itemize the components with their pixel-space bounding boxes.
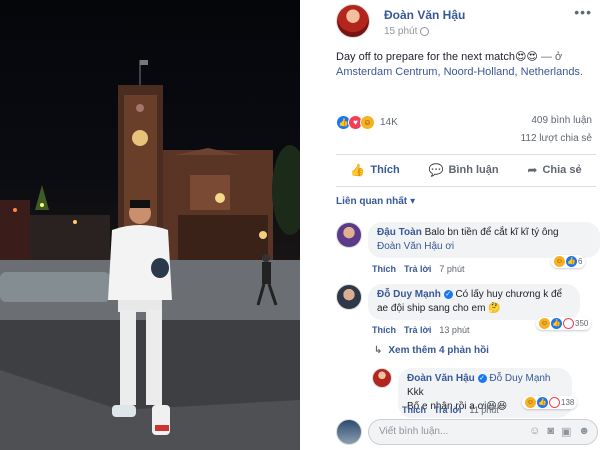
comment-meta: Thích Trả lời 7 phút [372, 264, 464, 274]
facebook-post-screenshot: Đoàn Văn Hậu 15 phút ••• Day off to prep… [0, 0, 600, 450]
current-user-avatar [336, 419, 362, 445]
comment-text-line1: Có lấy huy chương k để [455, 289, 563, 300]
location-separator: — ở [537, 51, 563, 63]
like-button[interactable]: 👍 Thích [350, 163, 399, 177]
commenter-avatar[interactable] [336, 284, 362, 310]
comment-sort-dropdown[interactable]: Liên quan nhất ▾ [336, 196, 415, 207]
thumbs-up-icon: 👍 [350, 163, 366, 177]
commenter-name[interactable]: Đỗ Duy Mạnh [377, 289, 441, 300]
share-button[interactable]: ➦ Chia sẻ [527, 163, 581, 177]
verified-badge-icon: ✓ [477, 373, 487, 383]
comment-like-link[interactable]: Thích [372, 325, 396, 335]
post-actions-bar: 👍 Thích 💬 Bình luận ➦ Chia sẻ [336, 156, 596, 184]
reply-meta: Thích Trả lời 11 phút [402, 405, 499, 415]
angry-reaction-icon [563, 318, 574, 329]
like-reaction-icon: 👍 [566, 256, 577, 267]
sticker-icon[interactable]: ☻ [578, 425, 590, 438]
haha-reaction-icon: ☺ [554, 256, 565, 267]
divider-top [336, 154, 596, 155]
commenter-avatar[interactable] [336, 222, 362, 248]
share-button-label: Chia sẻ [542, 164, 582, 176]
haha-reaction-icon: ☺ [360, 114, 375, 130]
comments-count[interactable]: 409 bình luận [531, 115, 592, 126]
comment-reaction-count: 350 [575, 319, 589, 328]
reply-like-link[interactable]: Thích [402, 405, 426, 415]
replier-avatar[interactable] [372, 368, 392, 388]
comment-bubble: Đỗ Duy Mạnh ✓ Có lấy huy chương k để ae … [368, 284, 580, 320]
comment-time[interactable]: 13 phút [439, 325, 469, 335]
gif-icon[interactable]: ▣ [561, 425, 571, 438]
chevron-down-icon: ▾ [410, 196, 416, 207]
post-time-label[interactable]: 15 phút [384, 26, 417, 37]
night-square-image [0, 60, 300, 450]
reaction-count[interactable]: 14K [380, 117, 398, 128]
comment-reply-link[interactable]: Trả lời [404, 264, 431, 274]
replier-name[interactable]: Đoàn Văn Hậu [407, 373, 475, 384]
globe-icon [420, 27, 430, 36]
comment-text-line1: Balo bn tiền để cắt kĩ kĩ tý ông [424, 227, 559, 238]
post-reactions[interactable]: 👍 ♥ ☺ 14K [336, 113, 398, 131]
verified-badge-icon: ✓ [443, 289, 453, 299]
reply-item: Đoàn Văn Hậu ✓ Đỗ Duy Mạnh Kkk Bố e nhận… [372, 368, 600, 418]
reply-arrow-icon: ↳ [374, 345, 383, 356]
reply-mention[interactable]: Đỗ Duy Mạnh [489, 373, 550, 384]
comment-meta: Thích Trả lời 13 phút [372, 325, 469, 335]
comment-button-label: Bình luận [448, 164, 499, 176]
reply-time[interactable]: 11 phút [469, 405, 498, 415]
commenter-name[interactable]: Đậu Toàn [377, 227, 422, 238]
like-reaction-icon: 👍 [537, 397, 548, 408]
haha-reaction-icon: ☺ [525, 397, 536, 408]
comment-reactions[interactable]: ☺ 👍 6 [551, 255, 586, 268]
comment-bubble: Đậu Toàn Balo bn tiền để cắt kĩ kĩ tý ôn… [368, 222, 600, 258]
author-avatar[interactable] [336, 4, 370, 38]
comment-item: Đậu Toàn Balo bn tiền để cắt kĩ kĩ tý ôn… [336, 222, 600, 278]
post-panel: Đoàn Văn Hậu 15 phút ••• Day off to prep… [326, 0, 600, 450]
comment-reactions[interactable]: ☺ 👍 350 [536, 317, 592, 330]
post-header: Đoàn Văn Hậu 15 phút ••• [336, 4, 600, 40]
post-author-name[interactable]: Đoàn Văn Hậu [384, 8, 465, 22]
comment-input-icons: ☺ ◙ ▣ ☻ [529, 425, 590, 438]
comment-like-link[interactable]: Thích [372, 264, 396, 274]
emoji-icon[interactable]: ☺ [529, 425, 540, 438]
comment-time[interactable]: 7 phút [439, 264, 464, 274]
reply-reactions[interactable]: ☺ 👍 138 [522, 396, 578, 409]
more-replies-label: Xem thêm 4 phản hồi [388, 345, 489, 356]
comment-item: Đỗ Duy Mạnh ✓ Có lấy huy chương k để ae … [336, 284, 600, 340]
shares-count[interactable]: 112 lượt chia sẻ [521, 133, 592, 144]
post-body: Day off to prepare for the next match😍😍 [336, 51, 538, 63]
camera-icon[interactable]: ◙ [547, 425, 554, 438]
reply-reaction-count: 138 [561, 398, 575, 407]
post-photo[interactable] [0, 0, 300, 450]
comment-reaction-count: 6 [578, 257, 583, 266]
divider-bottom [336, 186, 596, 187]
more-options-icon[interactable]: ••• [574, 4, 592, 20]
like-button-label: Thích [370, 164, 400, 176]
write-comment-box: Viết bình luận... ☺ ◙ ▣ ☻ [336, 417, 600, 447]
photo-divider [300, 0, 326, 450]
comment-bubble-icon: 💬 [428, 163, 444, 177]
reply-text-line1: Kkk [407, 387, 424, 398]
comment-text-line2: ae đội ship sang cho em 🤔 [377, 303, 501, 314]
sort-label: Liên quan nhất [336, 196, 408, 207]
reply-reply-link[interactable]: Trả lời [434, 405, 461, 415]
post-text: Day off to prepare for the next match😍😍 … [336, 50, 596, 80]
post-timestamp[interactable]: 15 phút [384, 26, 430, 37]
haha-reaction-icon: ☺ [539, 318, 550, 329]
like-reaction-icon: 👍 [551, 318, 562, 329]
comment-button[interactable]: 💬 Bình luận [429, 163, 499, 177]
share-arrow-icon: ➦ [527, 163, 538, 177]
view-more-replies-link[interactable]: ↳ Xem thêm 4 phản hồi [374, 345, 489, 356]
angry-reaction-icon [549, 397, 560, 408]
comment-reply-link[interactable]: Trả lời [404, 325, 431, 335]
post-location-link[interactable]: Amsterdam Centrum, Noord-Holland, Nether… [336, 66, 583, 78]
comment-text-line2[interactable]: Đoàn Văn Hậu ơi [377, 241, 454, 252]
